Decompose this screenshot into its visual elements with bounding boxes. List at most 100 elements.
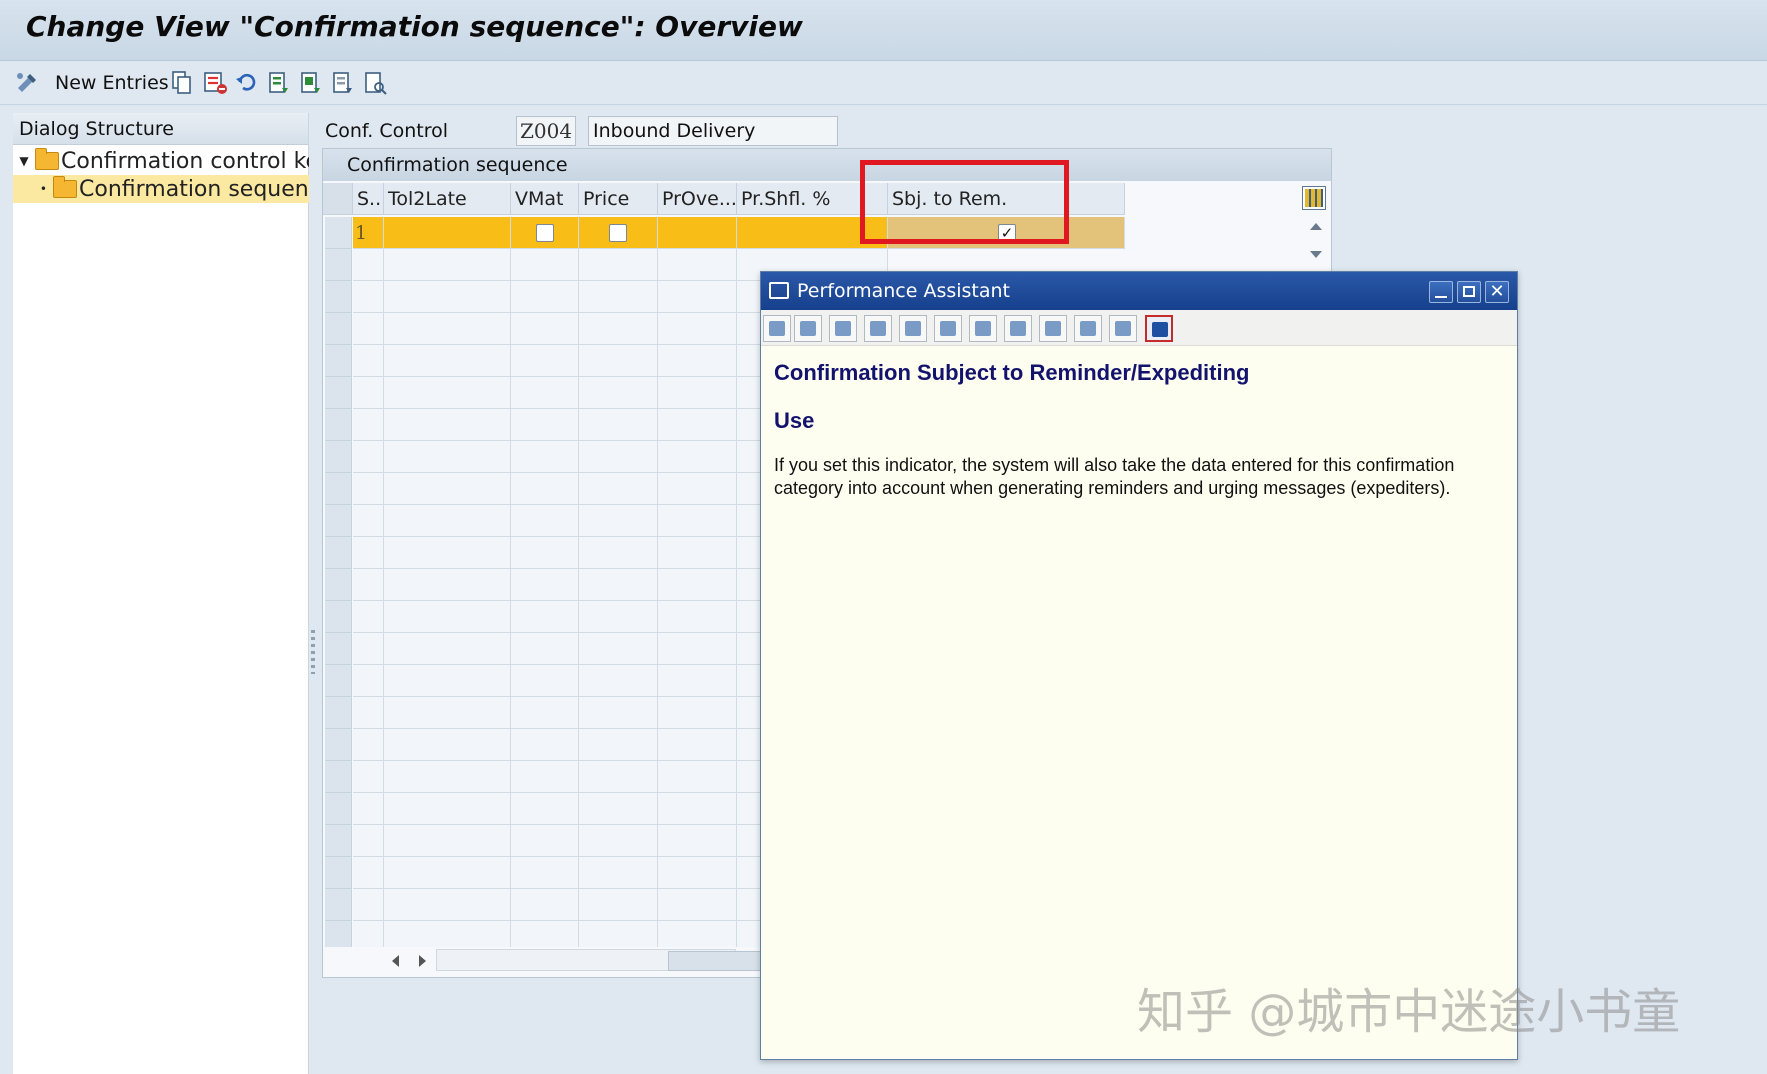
table-cell[interactable] — [353, 281, 384, 313]
tree-item-confirmation-sequence[interactable]: • Confirmation sequence — [13, 175, 309, 203]
row-selector[interactable] — [325, 313, 352, 345]
table-cell[interactable] — [353, 761, 384, 793]
table-cell[interactable] — [579, 281, 658, 313]
table-cell[interactable] — [353, 409, 384, 441]
table-cell[interactable] — [579, 505, 658, 537]
column-settings-icon[interactable] — [1302, 186, 1326, 210]
table-cell[interactable] — [511, 473, 579, 505]
undo-icon[interactable] — [234, 69, 260, 97]
table-cell[interactable] — [511, 377, 579, 409]
column-header-vmat[interactable]: VMat — [511, 183, 579, 215]
vmat-checkbox[interactable] — [536, 224, 554, 242]
table-cell[interactable] — [384, 345, 511, 377]
table-cell[interactable] — [579, 633, 658, 665]
table-cell[interactable] — [579, 665, 658, 697]
table-cell[interactable] — [579, 345, 658, 377]
table-cell[interactable] — [579, 569, 658, 601]
row-selector[interactable] — [325, 697, 352, 729]
table-cell[interactable] — [579, 889, 658, 921]
table-cell[interactable] — [384, 569, 511, 601]
price-checkbox[interactable] — [609, 224, 627, 242]
edit-icon[interactable] — [899, 315, 927, 342]
table-cell[interactable] — [579, 441, 658, 473]
row-selector[interactable] — [325, 569, 352, 601]
table-cell[interactable] — [511, 857, 579, 889]
table-cell[interactable] — [353, 537, 384, 569]
table-cell[interactable] — [658, 569, 737, 601]
table-cell[interactable] — [384, 505, 511, 537]
scroll-down-icon[interactable] — [1310, 251, 1322, 258]
table-cell[interactable] — [353, 345, 384, 377]
table-cell[interactable] — [658, 633, 737, 665]
table-cell[interactable] — [579, 921, 658, 947]
technical-info-icon[interactable] — [864, 315, 892, 342]
table-cell[interactable] — [353, 857, 384, 889]
row-selector[interactable] — [325, 601, 352, 633]
link-icon[interactable] — [934, 315, 962, 342]
table-cell[interactable] — [658, 505, 737, 537]
close-button[interactable]: ✕ — [1485, 281, 1509, 303]
table-cell[interactable] — [384, 409, 511, 441]
table-cell[interactable] — [511, 441, 579, 473]
table-cell[interactable] — [511, 889, 579, 921]
row-selector[interactable] — [325, 665, 352, 697]
bookmark-icon[interactable] — [1074, 315, 1102, 342]
table-cell[interactable] — [511, 313, 579, 345]
row-selector[interactable] — [325, 793, 352, 825]
table-cell[interactable] — [384, 857, 511, 889]
deselect-all-icon[interactable] — [330, 69, 356, 97]
table-cell[interactable] — [579, 857, 658, 889]
tree-item-confirmation-control-key[interactable]: ▼ Confirmation control key — [13, 147, 309, 175]
display-change-icon[interactable] — [14, 69, 40, 97]
table-cell[interactable] — [658, 825, 737, 857]
select-all-rows-button[interactable] — [323, 183, 353, 215]
row-selector[interactable] — [325, 249, 352, 281]
table-cell[interactable] — [353, 793, 384, 825]
table-cell[interactable] — [384, 441, 511, 473]
maximize-button[interactable] — [1457, 281, 1481, 303]
table-cell[interactable] — [658, 473, 737, 505]
table-cell[interactable] — [658, 537, 737, 569]
row-selector[interactable] — [325, 441, 352, 473]
table-cell[interactable] — [658, 345, 737, 377]
panel-splitter[interactable] — [311, 630, 315, 674]
table-cell[interactable] — [511, 665, 579, 697]
table-cell[interactable] — [353, 889, 384, 921]
select-all-icon[interactable] — [266, 69, 292, 97]
row-selector[interactable] — [325, 345, 352, 377]
table-cell[interactable] — [579, 473, 658, 505]
table-cell[interactable] — [579, 537, 658, 569]
user-icon[interactable] — [969, 315, 997, 342]
table-cell[interactable] — [384, 633, 511, 665]
table-cell[interactable] — [511, 345, 579, 377]
row-selector[interactable] — [325, 377, 352, 409]
table-cell[interactable] — [658, 761, 737, 793]
row-selector[interactable] — [325, 889, 352, 921]
table-cell[interactable] — [511, 761, 579, 793]
print-icon[interactable] — [1039, 315, 1067, 342]
table-cell[interactable] — [579, 409, 658, 441]
table-cell[interactable] — [511, 921, 579, 947]
table-cell[interactable] — [658, 409, 737, 441]
table-cell[interactable] — [353, 633, 384, 665]
table-cell[interactable] — [511, 537, 579, 569]
table-cell[interactable] — [658, 377, 737, 409]
new-entries-button[interactable]: New Entries — [55, 69, 169, 97]
row-selector[interactable] — [325, 825, 352, 857]
table-cell[interactable] — [511, 249, 579, 281]
table-cell[interactable] — [658, 921, 737, 947]
table-cell[interactable] — [579, 729, 658, 761]
row-selector[interactable] — [325, 217, 352, 249]
table-cell[interactable] — [658, 665, 737, 697]
table-cell[interactable] — [353, 825, 384, 857]
table-cell[interactable] — [384, 217, 511, 249]
table-cell[interactable] — [384, 473, 511, 505]
table-cell[interactable] — [384, 537, 511, 569]
table-cell[interactable] — [353, 441, 384, 473]
table-cell[interactable] — [658, 217, 737, 249]
table-cell[interactable] — [384, 697, 511, 729]
table-cell[interactable] — [511, 569, 579, 601]
table-cell[interactable] — [511, 825, 579, 857]
table-cell[interactable] — [384, 825, 511, 857]
back-icon[interactable] — [763, 315, 791, 342]
